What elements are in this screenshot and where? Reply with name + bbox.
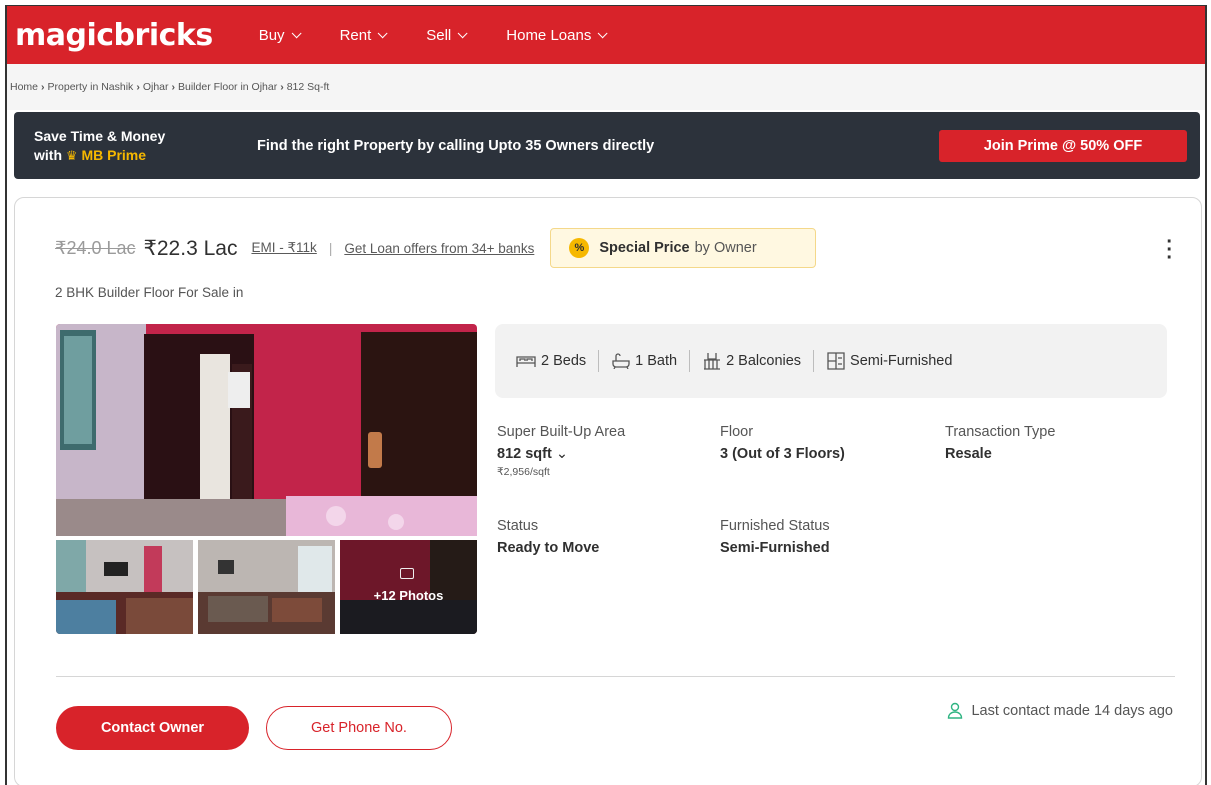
feature-furnishing-label: Semi-Furnished	[850, 353, 953, 369]
feature-balconies-label: 2 Balconies	[726, 353, 802, 369]
breadcrumb-nashik[interactable]: Property in Nashik	[48, 81, 134, 93]
user-icon	[948, 702, 963, 719]
detail-status-value: Ready to Move	[497, 540, 600, 556]
loan-offers-link[interactable]: Get Loan offers from 34+ banks	[344, 241, 534, 256]
detail-area-rate: ₹2,956/sqft	[497, 466, 550, 478]
join-prime-button[interactable]: Join Prime @ 50% OFF	[939, 130, 1187, 162]
card-divider	[56, 676, 1175, 677]
listing-title: 2 BHK Builder Floor For Sale in	[55, 285, 244, 300]
old-price: ₹24.0 Lac	[55, 237, 136, 258]
top-navigation-bar: magicbricks Buy Rent Sell Home Loans	[7, 6, 1205, 64]
main-property-photo[interactable]	[56, 324, 477, 536]
detail-status-label: Status	[497, 518, 539, 534]
thumbnail-photo-1[interactable]	[56, 540, 193, 634]
special-price-by: by Owner	[694, 240, 757, 256]
thumbnail-photo-3[interactable]: +12 Photos	[340, 540, 477, 634]
last-contact-text: Last contact made 14 days ago	[971, 702, 1173, 719]
detail-area-number: 812 sqft	[497, 446, 552, 462]
prime-line2-prefix: with	[34, 146, 62, 163]
detail-status: Status Ready to Move	[497, 518, 599, 556]
detail-furnished-value: Semi-Furnished	[720, 540, 830, 556]
detail-transaction-value: Resale	[945, 446, 992, 462]
breadcrumb-current: 812 Sq-ft	[286, 81, 330, 93]
balcony-icon	[704, 353, 721, 370]
breadcrumb-separator-icon: ›	[280, 81, 284, 93]
feature-divider	[689, 350, 691, 372]
feature-beds: 2 Beds	[515, 353, 586, 369]
feature-beds-label: 2 Beds	[541, 353, 587, 369]
feature-balconies: 2 Balconies	[702, 352, 801, 370]
prime-message: Find the right Property by calling Upto …	[257, 137, 655, 154]
detail-area: Super Built-Up Area 812 sqft ⌄ ₹2,956/sq…	[497, 424, 625, 478]
page-frame: magicbricks Buy Rent Sell Home Loans Hom…	[5, 5, 1207, 785]
prime-brand: MB Prime	[81, 146, 147, 163]
breadcrumb-separator-icon: ›	[41, 81, 45, 93]
nav-home-loans-label: Home Loans	[506, 26, 592, 44]
gallery-icon	[400, 568, 414, 579]
feature-divider	[813, 350, 815, 372]
detail-floor-label: Floor	[720, 424, 754, 440]
prime-line2: with ♛ MB Prime	[34, 146, 234, 165]
price-row: ₹24.0 Lac ₹22.3 Lac EMI - ₹11k | Get Loa…	[55, 228, 817, 268]
detail-furnished: Furnished Status Semi-Furnished	[720, 518, 830, 556]
nav-buy-label: Buy	[258, 26, 285, 44]
feature-furnishing: Semi-Furnished	[826, 352, 952, 370]
special-price-label: Special Price	[599, 240, 690, 256]
chevron-down-icon: ⌄	[555, 446, 568, 462]
nav-rent-label: Rent	[339, 26, 372, 44]
get-phone-button[interactable]: Get Phone No.	[266, 706, 452, 750]
detail-furnished-label: Furnished Status	[720, 518, 830, 534]
nav-sell-label: Sell	[426, 26, 452, 44]
detail-floor: Floor 3 (Out of 3 Floors)	[720, 424, 845, 462]
living-room-photo	[56, 540, 193, 634]
detail-floor-value: 3 (Out of 3 Floors)	[720, 446, 845, 462]
last-contact-info: Last contact made 14 days ago	[947, 702, 1173, 719]
emi-link[interactable]: EMI - ₹11k	[251, 240, 316, 256]
nav-home-loans[interactable]: Home Loans	[506, 26, 608, 44]
bed-icon	[516, 356, 536, 367]
prime-tagline: Save Time & Money with ♛ MB Prime	[34, 127, 234, 165]
chevron-down-icon	[377, 27, 388, 38]
hall-photo	[198, 540, 335, 634]
magicbricks-logo[interactable]: magicbricks	[15, 18, 213, 53]
price: ₹22.3 Lac	[143, 236, 238, 260]
contact-owner-button[interactable]: Contact Owner	[56, 706, 249, 750]
more-options-icon[interactable]: · · ·	[1166, 232, 1173, 268]
bath-icon	[612, 353, 630, 369]
prime-line1: Save Time & Money	[34, 127, 166, 144]
mb-prime-banner: Save Time & Money with ♛ MB Prime Find t…	[14, 112, 1200, 179]
nav-buy[interactable]: Buy	[258, 26, 302, 44]
crown-icon: ♛	[65, 147, 78, 163]
chevron-down-icon	[597, 27, 608, 38]
breadcrumb-separator-icon: ›	[136, 81, 140, 93]
nav-rent[interactable]: Rent	[339, 26, 388, 44]
detail-transaction: Transaction Type Resale	[945, 424, 1055, 462]
features-bar: 2 Beds 1 Bath 2 Balconies Semi-Furnished	[495, 324, 1167, 398]
detail-area-label: Super Built-Up Area	[497, 424, 626, 440]
bedroom-thumb-photo	[340, 540, 477, 634]
thumbnail-photo-2[interactable]	[198, 540, 335, 634]
breadcrumb-ojhar[interactable]: Ojhar	[143, 81, 169, 93]
breadcrumb-separator-icon: ›	[171, 81, 176, 93]
furnishing-icon	[827, 352, 845, 370]
breadcrumb-home[interactable]: Home	[10, 81, 38, 93]
percent-icon: %	[569, 238, 590, 258]
feature-divider	[598, 350, 600, 372]
more-photos-count: +12 Photos	[373, 588, 444, 603]
detail-transaction-label: Transaction Type	[945, 424, 1056, 440]
breadcrumb-builder-floor[interactable]: Builder Floor in Ojhar	[178, 81, 277, 93]
breadcrumb: Home › Property in Nashik › Ojhar › Builder…	[7, 64, 1205, 110]
property-card: ₹24.0 Lac ₹22.3 Lac EMI - ₹11k | Get Loa…	[14, 197, 1202, 785]
divider-pipe: |	[328, 240, 333, 256]
chevron-down-icon	[457, 27, 468, 38]
feature-bath-label: 1 Bath	[635, 353, 678, 369]
chevron-down-icon	[291, 27, 302, 38]
photo-thumbnails: +12 Photos	[56, 540, 477, 634]
feature-bath: 1 Bath	[611, 353, 677, 369]
detail-area-value[interactable]: 812 sqft ⌄	[497, 446, 625, 462]
special-price-badge: % Special Price by Owner	[550, 228, 817, 268]
bedroom-photo	[56, 324, 477, 536]
nav-sell[interactable]: Sell	[426, 26, 468, 44]
